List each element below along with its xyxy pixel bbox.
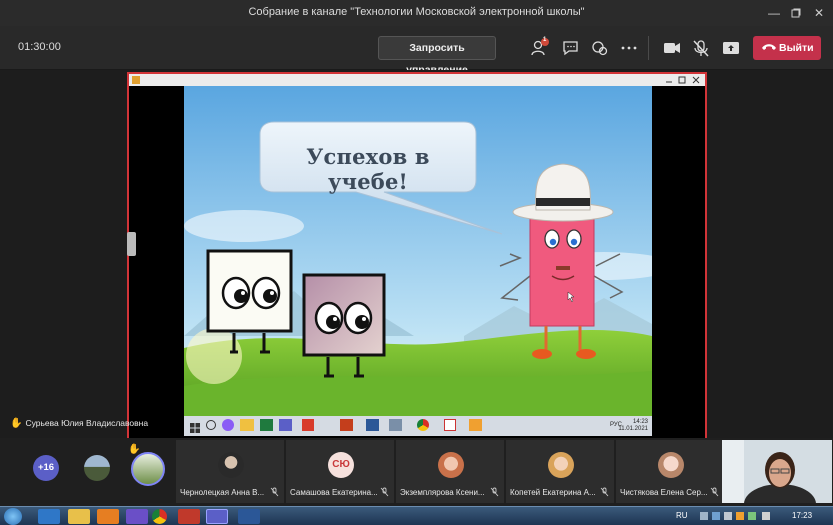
participant-avatar (658, 452, 684, 478)
search-icon (206, 420, 216, 430)
chrome-icon[interactable] (152, 509, 167, 524)
phone-hangup-icon (762, 44, 776, 50)
participant-tile[interactable]: Чистякова Елена Сер... (616, 440, 724, 503)
participant-name: Чистякова Елена Сер... (620, 488, 708, 497)
shared-date: 11.01.2021 (618, 426, 648, 432)
maximize-icon[interactable] (787, 4, 805, 22)
ie-icon[interactable] (38, 509, 60, 524)
shared-window-controls-icon (666, 76, 700, 84)
folder-icon (240, 419, 254, 431)
player-icon (469, 419, 482, 431)
powerpoint-icon (340, 419, 353, 431)
participant-photo[interactable] (84, 455, 110, 481)
participant-photo-speaking[interactable] (131, 452, 165, 486)
app-icon-misc (389, 419, 402, 431)
tray-icon[interactable] (700, 512, 708, 520)
meeting-timer: 01:30:00 (18, 41, 61, 53)
presentation-slide: Успехов в учебе! (184, 86, 652, 416)
participant-tile[interactable]: Экземплярова Ксени... (396, 440, 504, 503)
network-icon[interactable] (712, 512, 720, 520)
yandex-icon (444, 419, 456, 431)
teams-icon[interactable] (206, 509, 228, 524)
presenter-name: Сурьева Юлия Владиславовна (25, 418, 149, 428)
teams-icon (279, 419, 292, 431)
leave-button[interactable]: Выйти (753, 36, 821, 60)
teams-meeting-window: Собрание в канале "Технологии Московской… (0, 0, 833, 525)
chat-icon[interactable] (560, 38, 582, 58)
minimize-icon[interactable]: — (765, 4, 783, 22)
participant-name: Чернолецкая Анна В... (180, 488, 265, 497)
participant-avatar (548, 452, 574, 478)
word-icon (366, 419, 379, 431)
participants-badge: 1 (543, 37, 547, 43)
word-icon[interactable] (238, 509, 260, 524)
participant-name: Копетей Екатерина А... (510, 488, 596, 497)
toolbar-divider (648, 36, 649, 60)
more-participants-badge[interactable]: +16 (33, 455, 59, 481)
presenter-label: ✋ Сурьева Юлия Владиславовна (10, 418, 148, 429)
share-panel-handle[interactable] (127, 232, 136, 256)
participant-tile[interactable]: СЮ Самашова Екатерина... (286, 440, 394, 503)
raised-hand-icon: ✋ (128, 444, 141, 455)
close-icon[interactable]: ✕ (810, 4, 828, 22)
windows-start-icon (190, 420, 200, 433)
participant-tile[interactable]: Копетей Екатерина А... (506, 440, 614, 503)
leave-label: Выйти (779, 42, 814, 54)
excel-icon (260, 419, 273, 431)
app-icon (132, 76, 140, 84)
mic-muted-icon (600, 487, 609, 497)
volume-icon[interactable] (724, 512, 732, 520)
request-control-button[interactable]: Запросить управление (378, 36, 496, 76)
yandex-icon[interactable] (178, 509, 200, 524)
reactions-icon[interactable] (589, 38, 611, 58)
window-title: Собрание в канале "Технологии Московской… (248, 6, 585, 18)
keyboard-language[interactable]: RU (676, 511, 688, 520)
slide-speech-text: Успехов в учебе! (306, 144, 430, 194)
participant-name: Экземплярова Ксени... (400, 488, 485, 497)
mic-muted-icon (490, 487, 499, 497)
title-bar: Собрание в канале "Технологии Московской… (0, 0, 833, 26)
participant-tile[interactable]: Чернолецкая Анна В... (176, 440, 284, 503)
explorer-icon[interactable] (68, 509, 90, 524)
chrome-icon (417, 419, 429, 431)
shared-screen: Успехов в учебе! РУС 14:23 11.01.2021 (127, 72, 707, 440)
shared-taskbar: РУС 14:23 11.01.2021 (184, 416, 652, 436)
shared-window-titlebar (129, 74, 705, 86)
self-video (722, 440, 832, 503)
yandex-browser-icon (302, 419, 314, 431)
participant-initials: СЮ (328, 452, 354, 478)
start-button-icon[interactable] (4, 508, 22, 525)
battery-icon[interactable] (748, 512, 756, 520)
mic-muted-icon (710, 487, 719, 497)
participants-icon[interactable]: 1 (530, 37, 552, 58)
taskbar-clock[interactable]: 17:23 (792, 511, 812, 520)
participant-name: Самашова Екатерина... (290, 488, 378, 497)
participant-avatar (438, 452, 464, 478)
participant-avatar (218, 452, 244, 478)
media-player-icon[interactable] (97, 509, 119, 524)
more-options-icon[interactable] (618, 38, 640, 58)
shared-clock: 14:23 11.01.2021 (618, 419, 648, 433)
mic-muted-icon (380, 487, 389, 497)
tray-app-icon[interactable] (736, 512, 744, 520)
visual-studio-icon[interactable] (126, 509, 148, 524)
camera-icon[interactable] (661, 38, 683, 58)
raised-hand-icon: ✋ (10, 418, 23, 429)
meeting-toolbar: 01:30:00 Запросить управление 1 (0, 26, 833, 76)
mic-muted-icon[interactable] (690, 38, 712, 58)
assistant-icon (222, 419, 234, 431)
windows-taskbar: RU 17:23 (0, 506, 833, 525)
tray-app-icon[interactable] (762, 512, 770, 520)
share-screen-icon[interactable] (720, 38, 742, 58)
mic-muted-icon (270, 487, 279, 497)
shared-time: 14:23 (632, 419, 648, 425)
